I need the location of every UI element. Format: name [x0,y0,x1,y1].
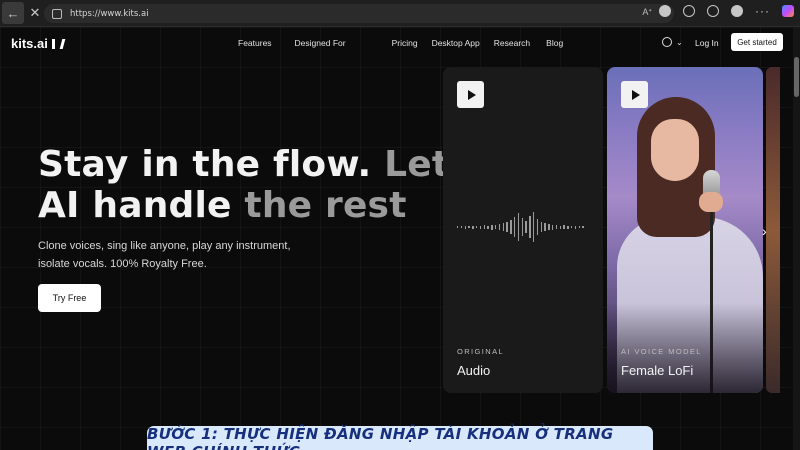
arrow-left-icon: ← [6,5,20,21]
nav-designed-for[interactable]: Designed For [295,38,346,48]
page-scrollbar[interactable] [793,27,800,450]
extension-icon[interactable] [659,5,671,17]
close-icon: ✕ [29,5,41,20]
more-options-icon[interactable]: ··· [755,4,770,18]
login-link[interactable]: Log In [695,38,719,48]
address-bar[interactable]: https://www.kits.ai Aᐩ ☆ [44,4,674,23]
language-selector[interactable]: ⌄ [662,37,683,47]
card-eyebrow: ORIGINAL [457,347,505,356]
play-icon [631,89,640,100]
card-label: Female LoFi [621,363,694,378]
profile-avatar[interactable] [731,5,743,17]
read-aloud-icon[interactable]: Aᐩ [642,7,652,18]
try-free-button[interactable]: Try Free [38,284,101,312]
url-text: https://www.kits.ai [70,8,149,19]
hero-title-line2: AI handle [38,185,232,226]
site-logo[interactable]: kits.ai [11,36,61,51]
next-card-preview[interactable] [766,67,780,393]
play-button[interactable] [621,81,648,108]
hero-title-line1-dim: Let [371,144,450,185]
nav-desktop-app[interactable]: Desktop App [432,38,480,48]
stop-button[interactable]: ✕ [24,2,46,24]
get-started-button[interactable]: Get started [731,33,783,51]
globe-icon [662,37,672,47]
play-button[interactable] [457,81,484,108]
nav-features[interactable]: Features [238,38,272,48]
hero-title-line1: Stay in the flow. [38,144,372,185]
main-nav: Features Designed For Pricing Desktop Ap… [238,38,586,48]
hero-title-line2-dim: the rest [231,185,407,226]
hero-subtitle: Clone voices, sing like anyone, play any… [38,240,291,270]
kits-logo-icon [51,38,61,49]
card-eyebrow: AI VOICE MODEL [621,347,702,356]
scrollbar-thumb[interactable] [794,57,799,97]
browser-toolbar: ← ✕ https://www.kits.ai Aᐩ ☆ ··· [0,0,800,27]
waveform [457,207,599,247]
nav-blog[interactable]: Blog [546,38,563,48]
card-label: Audio [457,363,491,378]
back-button[interactable]: ← [2,2,24,24]
ai-voice-card[interactable]: AI VOICE MODEL Female LoFi [607,67,763,393]
browser-essentials-icon[interactable] [683,5,695,17]
nav-research[interactable]: Research [494,38,530,48]
tutorial-caption: BƯỚC 1: THỰC HIỆN ĐĂNG NHẬP TÀI KHOẢN Ở … [147,425,653,450]
chevron-down-icon: ⌄ [676,37,683,47]
hero-title: Stay in the flow. Let AI handle the rest [38,144,449,226]
play-icon [467,89,476,100]
chevron-right-icon[interactable]: › [762,223,767,239]
logo-text: kits.ai [11,36,48,51]
site-info-icon[interactable] [52,8,62,19]
kits-ai-website: kits.ai Features Designed For Pricing De… [0,27,793,450]
nav-pricing[interactable]: Pricing [392,38,418,48]
copilot-icon[interactable] [782,5,794,17]
favorites-icon[interactable] [707,5,719,17]
original-audio-card[interactable]: ORIGINAL Audio [443,67,603,393]
